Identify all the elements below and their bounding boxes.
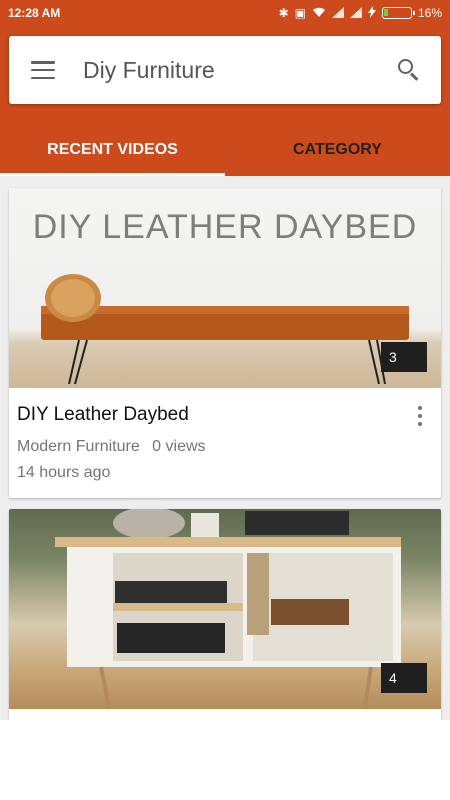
- video-list[interactable]: DIY LEATHER DAYBED 3 DIY Leather Daybed …: [0, 176, 450, 720]
- media-console-illustration: [55, 509, 401, 708]
- bottom-area: [0, 720, 450, 800]
- tab-category[interactable]: CATEGORY: [225, 124, 450, 176]
- signal-icon: [349, 6, 362, 20]
- video-card[interactable]: DIY LEATHER DAYBED 3 DIY Leather Daybed …: [9, 188, 441, 498]
- daybed-illustration: [41, 274, 409, 385]
- battery-icon: [381, 7, 415, 19]
- status-bar: 12:28 AM ✱ ▣ 16%: [0, 0, 450, 26]
- menu-icon[interactable]: [31, 61, 55, 79]
- video-thumbnail[interactable]: DIY LEATHER DAYBED 3: [9, 188, 441, 388]
- tab-bar: RECENT VIDEOS CATEGORY: [0, 124, 450, 176]
- video-meta: Modern Furniture 0 views: [17, 438, 433, 456]
- video-card[interactable]: 4: [9, 509, 441, 720]
- bluetooth-icon: ✱: [278, 6, 289, 20]
- charging-icon: [367, 6, 376, 20]
- video-views: 0 views: [152, 438, 206, 455]
- signal-icon: [331, 6, 344, 20]
- video-title[interactable]: DIY Leather Daybed: [17, 404, 433, 426]
- status-time: 12:28 AM: [8, 6, 61, 20]
- video-category: Modern Furniture: [17, 438, 140, 455]
- search-icon[interactable]: [397, 58, 421, 82]
- tab-recent-videos[interactable]: RECENT VIDEOS: [0, 124, 225, 176]
- battery-percent: 16%: [417, 6, 442, 20]
- app-title: Diy Furniture: [83, 56, 215, 83]
- video-info: DIY Leather Daybed Modern Furniture 0 vi…: [9, 388, 441, 498]
- video-count-badge: 4: [381, 663, 427, 693]
- video-thumbnail[interactable]: 4: [9, 509, 441, 709]
- vibrate-icon: ▣: [294, 6, 306, 20]
- video-count-badge: 3: [381, 342, 427, 372]
- wifi-icon: [312, 7, 326, 20]
- more-options-icon[interactable]: [417, 406, 423, 426]
- battery-tip: [412, 11, 415, 15]
- status-icons: ✱ ▣ 16%: [279, 6, 442, 20]
- battery-fill: [383, 9, 388, 16]
- app-header: Diy Furniture RECENT VIDEOS CATEGORY: [0, 26, 450, 176]
- video-time: 14 hours ago: [17, 464, 111, 481]
- toolbar-card: Diy Furniture: [9, 36, 441, 104]
